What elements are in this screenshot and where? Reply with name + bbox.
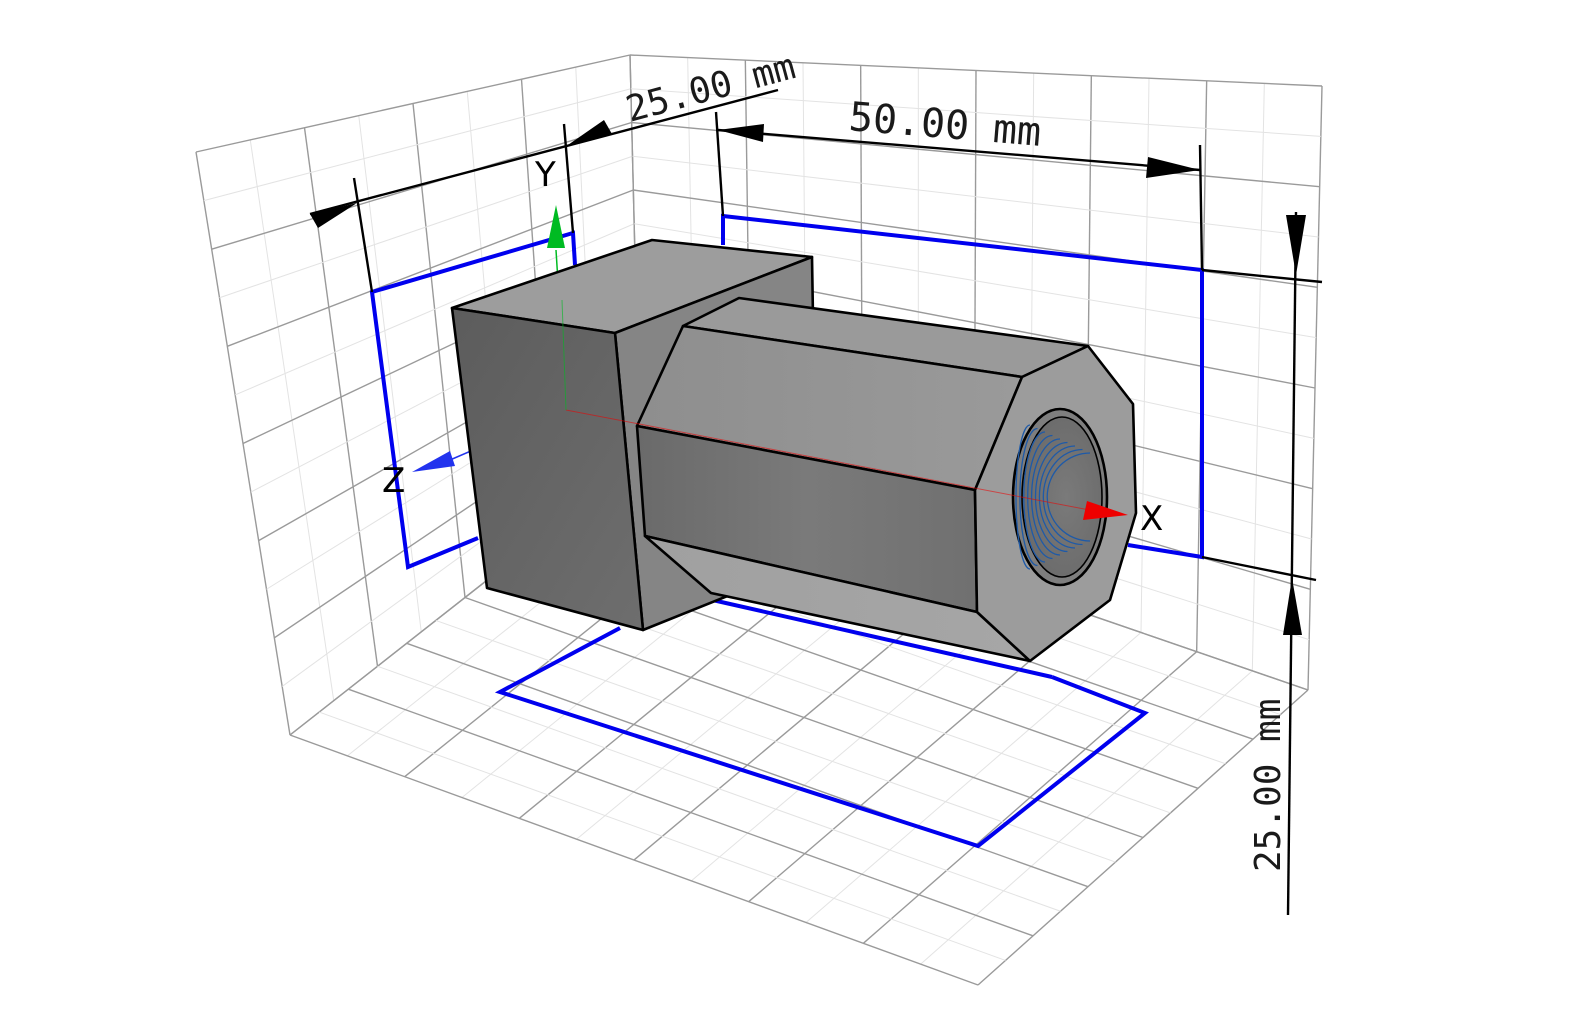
- x-axis-label: X: [1140, 499, 1163, 539]
- height-extension-bottom: [1201, 555, 1317, 582]
- height-dimension-label: 25.00 mm: [1248, 699, 1289, 872]
- height-dimension-line: [1286, 211, 1298, 916]
- floor-grid-line: [348, 688, 1034, 937]
- depth-extension-left: [352, 177, 374, 293]
- length-dimension-label: 50.00 mm: [847, 94, 1043, 156]
- y-axis-label: Y: [534, 155, 556, 195]
- length-extension-left: [714, 111, 725, 217]
- block-front-face: [450, 306, 645, 632]
- threaded-bore: [1011, 407, 1109, 587]
- y-axis-arrowhead: [547, 205, 565, 248]
- floor-grid-line: [318, 711, 1006, 961]
- z-axis-label: Z: [382, 461, 405, 501]
- length-extension-right: [1198, 144, 1204, 271]
- floor-grid-line: [289, 734, 979, 986]
- cad-viewport[interactable]: Y Z X 25.00 mm 50.00 mm 25.00 mm: [0, 0, 1580, 1020]
- part-body[interactable]: [450, 238, 1138, 663]
- z-axis-arrowhead: [412, 451, 455, 472]
- height-arrow-top: [1286, 215, 1306, 275]
- length-arrow-left: [718, 124, 764, 142]
- floor-grid-line: [377, 665, 1061, 912]
- floor-projection: [494, 626, 1149, 849]
- height-extension-top: [1201, 268, 1323, 284]
- depth-arrow-right: [565, 120, 612, 147]
